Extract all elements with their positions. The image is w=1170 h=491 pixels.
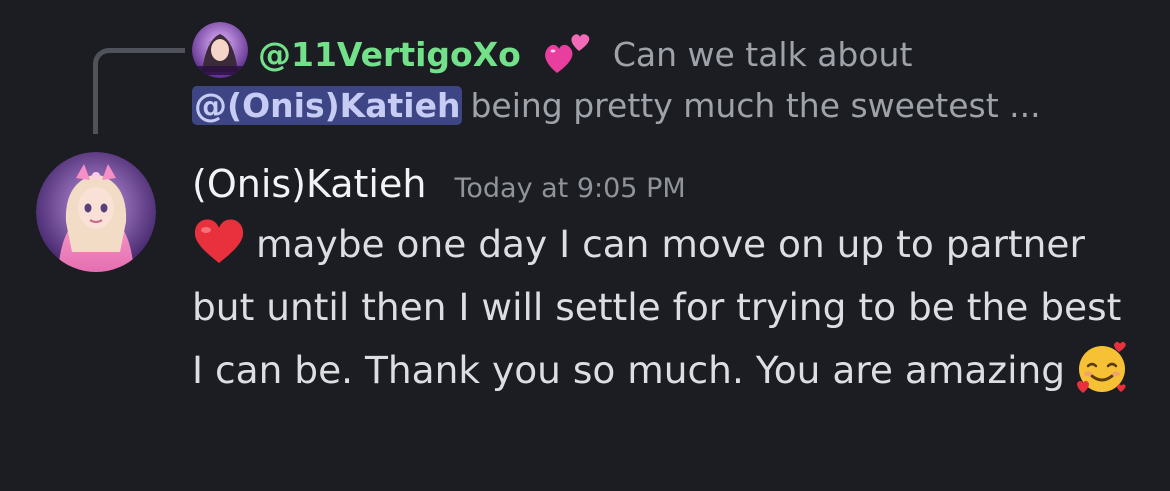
avatar-katieh-icon bbox=[36, 152, 156, 272]
reply-preview-line-2[interactable]: @(Onis)Katieh being pretty much the swee… bbox=[192, 80, 1041, 130]
reply-author-name[interactable]: @11VertigoXo bbox=[258, 35, 521, 74]
avatar-vertigo-icon bbox=[192, 22, 248, 78]
reply-preview-line-1[interactable]: @11VertigoXo Can we talk about bbox=[258, 28, 912, 80]
message-author-avatar[interactable] bbox=[36, 152, 156, 272]
red-heart-icon bbox=[192, 216, 246, 266]
message-header: (Onis)Katieh Today at 9:05 PM bbox=[192, 156, 686, 212]
pink-hearts-icon bbox=[543, 31, 595, 77]
reply-connector-line bbox=[93, 48, 185, 134]
message-text: maybe one day I can move on up to partne… bbox=[192, 222, 1122, 392]
message-timestamp[interactable]: Today at 9:05 PM bbox=[454, 173, 685, 204]
chat-message: @11VertigoXo Can we talk about @(Onis)Ka… bbox=[0, 0, 1170, 491]
reply-snippet-end: being pretty much the sweetest ... bbox=[470, 85, 1041, 125]
author-username[interactable]: (Onis)Katieh bbox=[192, 162, 426, 206]
user-mention[interactable]: @(Onis)Katieh bbox=[192, 85, 463, 125]
reply-snippet-start: Can we talk about bbox=[612, 34, 913, 74]
reply-author-avatar[interactable] bbox=[192, 22, 248, 78]
smiling-face-with-hearts-icon bbox=[1073, 338, 1131, 396]
message-content: maybe one day I can move on up to partne… bbox=[192, 213, 1142, 402]
